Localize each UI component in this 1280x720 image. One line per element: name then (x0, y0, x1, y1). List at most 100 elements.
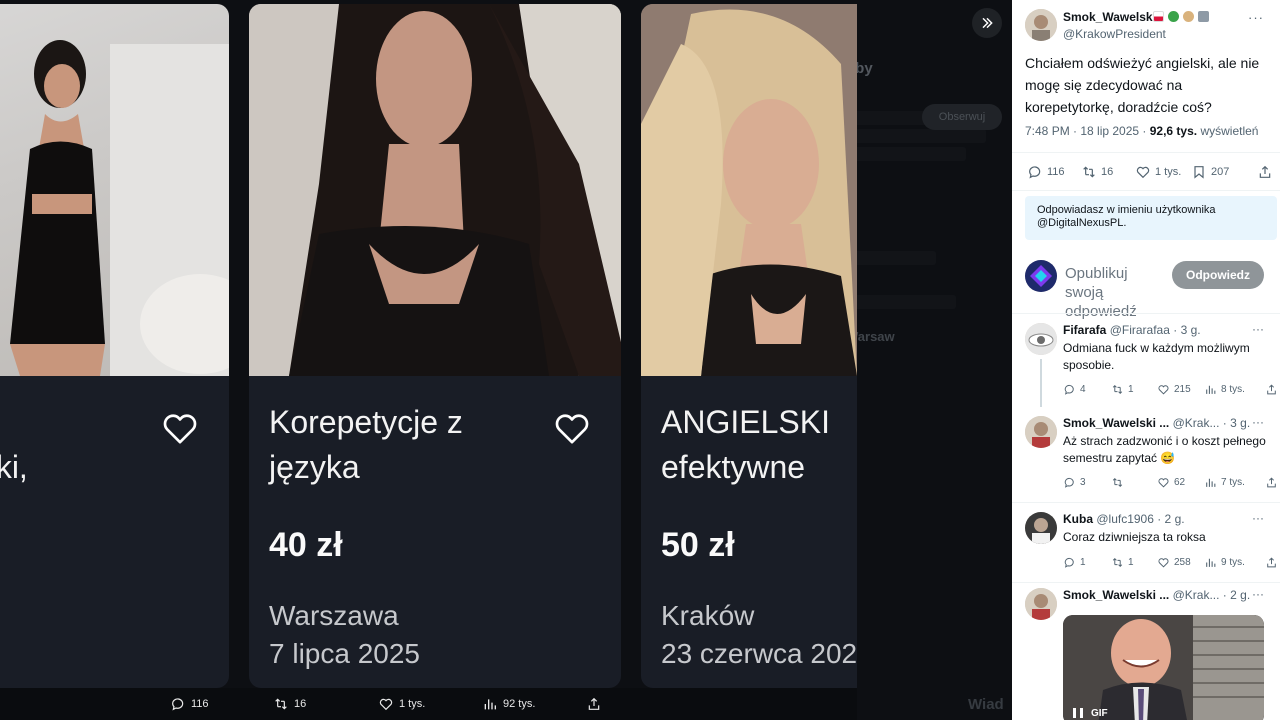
share-button[interactable] (1265, 556, 1278, 569)
bookmark-count: 207 (1211, 166, 1230, 178)
reply-author-name[interactable]: Fifarafa (1063, 323, 1106, 337)
reply-icon (1029, 166, 1041, 179)
reply-gif[interactable]: GIF (1063, 615, 1264, 720)
reply-submit-button[interactable]: Odpowiedz (1172, 261, 1264, 289)
tweet-text: Chciałem odświeżyć angielski, ale nie mo… (1025, 55, 1260, 115)
tweet-time[interactable]: 7:48 PM · 18 lip 2025 · (1025, 124, 1150, 138)
media-like-button[interactable]: 1 tys. (378, 696, 425, 712)
listing-card-2[interactable]: Korepetycje z języka 40 zł Warszawa 7 li… (249, 4, 621, 688)
listing-card-1[interactable]: ycje gielski, cz 025 (0, 4, 229, 688)
listing-title: ANGIELSKI efektywne (661, 400, 857, 490)
reply-icon (1064, 557, 1074, 568)
collapse-panel-button[interactable] (972, 8, 1002, 38)
reply-avatar[interactable] (1025, 588, 1057, 620)
reply-actions: 3 62 7 tys. (1063, 476, 1278, 492)
favorite-heart-icon[interactable] (552, 408, 592, 448)
more-options-icon[interactable]: ··· (1252, 511, 1264, 525)
reply-header: Fifarafa @Firarafaa · 3 g. (1063, 323, 1263, 337)
divider (1012, 190, 1280, 191)
bookmark-button[interactable]: 207 (1191, 164, 1229, 180)
favorite-heart-icon[interactable] (160, 408, 200, 448)
reply-button[interactable]: 1 (1063, 556, 1086, 569)
pause-icon[interactable] (1071, 707, 1085, 719)
like-count: 258 (1174, 557, 1191, 568)
reply-author-name[interactable]: Kuba (1063, 512, 1093, 526)
media-reply-button[interactable]: 116 (170, 696, 209, 712)
like-button[interactable]: 215 (1157, 383, 1191, 396)
reply-button[interactable]: 3 (1063, 476, 1086, 489)
views-chart-icon (1206, 558, 1216, 567)
tweet-views-value: 92,6 tys. (1149, 124, 1198, 138)
views-chart-icon (484, 699, 496, 710)
reply-author-handle[interactable]: @Firarafaa · 3 g. (1110, 323, 1201, 337)
reply-button[interactable]: 116 (1027, 164, 1065, 180)
listing-photo (0, 4, 229, 376)
reply-count: 4 (1080, 384, 1086, 395)
author-name[interactable]: Smok_Wawelski (1063, 10, 1156, 24)
reply-icon (1064, 384, 1074, 395)
reply-author-name[interactable]: Smok_Wawelski ... (1063, 588, 1169, 602)
tweet-panel: Smok_Wawelski ··· @KrakowPresident Chcia… (1012, 0, 1280, 720)
media-share-button[interactable] (586, 696, 602, 712)
background-follow-button: Obserwuj (922, 104, 1002, 130)
reply-avatar[interactable] (1025, 323, 1057, 355)
listing-title-line: języka (269, 449, 360, 485)
more-options-icon[interactable]: ··· (1252, 322, 1264, 336)
views-button[interactable]: 7 tys. (1204, 476, 1245, 489)
like-button[interactable]: 258 (1157, 556, 1191, 569)
reply-author-handle[interactable]: @lufc1906 · 2 g. (1096, 512, 1184, 526)
share-button[interactable] (1257, 164, 1273, 180)
like-button[interactable]: 62 (1157, 476, 1185, 489)
views-chart-icon (1206, 478, 1216, 487)
more-options-icon[interactable]: ··· (1252, 415, 1264, 429)
listing-city: Warszawa (269, 600, 399, 631)
double-chevron-right-icon (982, 17, 993, 29)
media-viewer: oby Obserwuj Warsaw ki, Korepetycje z ję… (0, 0, 1012, 720)
media-repost-button[interactable]: 16 (273, 696, 306, 712)
repost-icon (275, 698, 287, 710)
media-views-count: 92 tys. (503, 698, 536, 710)
own-avatar (1025, 260, 1057, 292)
reply-author-handle[interactable]: @Krak... · 3 g. (1173, 416, 1251, 430)
background-line (846, 147, 966, 161)
repost-button[interactable]: 1 (1111, 556, 1134, 569)
reply-avatar[interactable] (1025, 512, 1057, 544)
views-button[interactable]: 8 tys. (1204, 383, 1245, 396)
reply-author-name[interactable]: Smok_Wawelski ... (1063, 416, 1169, 430)
share-button[interactable] (1265, 383, 1278, 396)
media-views-button[interactable]: 92 tys. (482, 696, 535, 712)
dog-icon (1183, 11, 1194, 22)
more-options-icon[interactable]: ··· (1252, 587, 1264, 601)
portrait-illustration (641, 4, 857, 376)
repost-button[interactable]: 16 (1081, 164, 1113, 180)
listing-card-3[interactable]: ANGIELSKI efektywne 50 zł Kraków 23 czer… (641, 4, 857, 688)
reply-icon (172, 698, 184, 711)
background-line (846, 251, 936, 265)
share-icon (1267, 477, 1276, 488)
reply-author-handle[interactable]: @Krak... · 2 g. (1173, 588, 1251, 602)
repost-button[interactable] (1111, 476, 1128, 489)
repost-button[interactable]: 1 (1111, 383, 1134, 396)
like-count: 62 (1174, 477, 1186, 488)
repost-icon (1112, 478, 1123, 487)
reply-header: Smok_Wawelski ... @Krak... · 2 g. (1063, 588, 1263, 602)
reply-text: Aż strach zadzwonić i o koszt pełnego se… (1063, 434, 1266, 465)
gif-badge: GIF (1071, 707, 1108, 719)
heart-icon (379, 698, 393, 711)
reply-button[interactable]: 4 (1063, 383, 1086, 396)
reply-avatar[interactable] (1025, 416, 1057, 448)
more-options-icon[interactable]: ··· (1248, 10, 1264, 25)
like-button[interactable]: 1 tys. (1135, 164, 1181, 180)
share-icon (1267, 384, 1276, 395)
views-button[interactable]: 9 tys. (1204, 556, 1245, 569)
reply-icon (1064, 477, 1074, 488)
reply-item[interactable]: Smok_Wawelski ... @Krak... · 3 g. ··· Aż… (1012, 406, 1280, 502)
share-button[interactable] (1265, 476, 1278, 489)
media-action-bar: 116 16 1 tys. 92 tys. (0, 688, 857, 720)
author-handle[interactable]: @KrakowPresident (1063, 27, 1166, 41)
reply-item[interactable]: Fifarafa @Firarafaa · 3 g. ··· Odmiana f… (1012, 313, 1280, 409)
author-avatar[interactable] (1025, 9, 1057, 41)
gif-illustration (1063, 615, 1264, 720)
reply-item[interactable]: Kuba @lufc1906 · 2 g. ··· Coraz dziwniej… (1012, 502, 1280, 582)
poland-flag-icon (1153, 11, 1164, 22)
